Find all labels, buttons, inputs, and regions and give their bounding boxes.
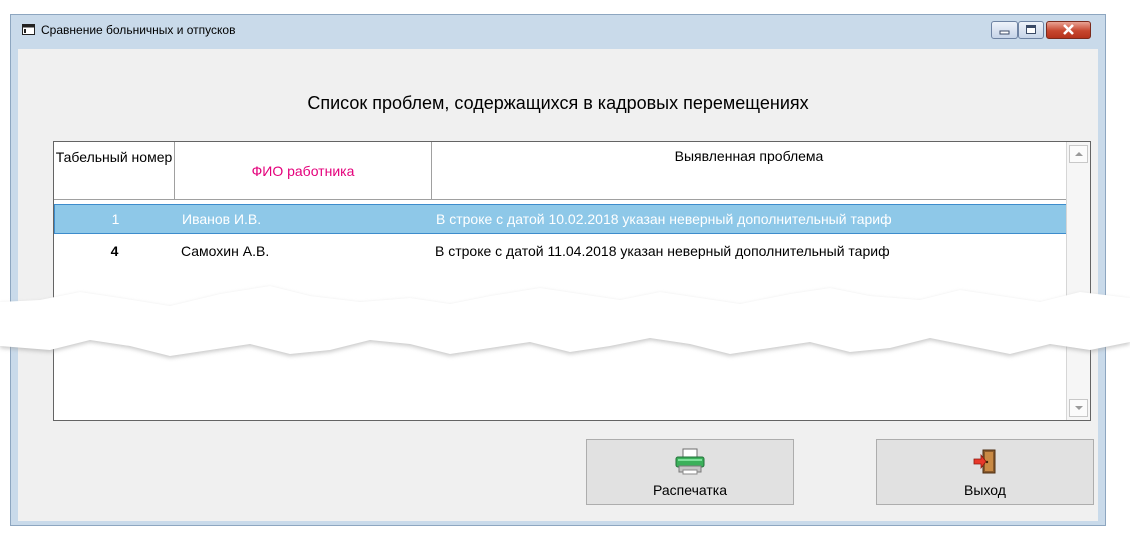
cell-number: 4: [110, 243, 119, 259]
page-title: Список проблем, содержащихся в кадровых …: [307, 93, 809, 113]
cell-name: Иванов И.В.: [182, 211, 262, 227]
table-row[interactable]: 1 Иванов И.В. В строке с датой 10.02.201…: [54, 204, 1067, 234]
window-title: Сравнение больничных и отпусков: [41, 23, 236, 37]
cell-problem: В строке с датой 11.04.2018 указан невер…: [435, 243, 890, 259]
column-header-problem[interactable]: Выявленная проблема: [432, 142, 1067, 200]
exit-button-label: Выход: [964, 482, 1006, 498]
chevron-down-icon: [1075, 406, 1083, 410]
close-button[interactable]: [1046, 21, 1091, 39]
close-icon: [1063, 24, 1074, 35]
title-bar[interactable]: Сравнение больничных и отпусков: [11, 15, 1105, 45]
vertical-scrollbar[interactable]: [1066, 142, 1090, 420]
maximize-icon: [1026, 25, 1036, 34]
problems-table[interactable]: Табельный номер ФИО работника Выявленная…: [53, 141, 1091, 421]
maximize-button[interactable]: [1018, 21, 1044, 39]
scroll-down-button[interactable]: [1069, 399, 1088, 417]
minimize-icon: [999, 30, 1010, 35]
column-header-name[interactable]: ФИО работника: [175, 142, 432, 200]
exit-button[interactable]: Выход: [876, 439, 1094, 505]
cell-name: Самохин А.В.: [181, 243, 270, 259]
print-button-label: Распечатка: [653, 482, 727, 498]
chevron-up-icon: [1075, 152, 1083, 156]
table-row[interactable]: 4 Самохин А.В. В строке с датой 11.04.20…: [54, 237, 1067, 267]
cell-problem: В строке с датой 10.02.2018 указан невер…: [436, 211, 892, 227]
print-button[interactable]: Распечатка: [586, 439, 794, 505]
scroll-up-button[interactable]: [1069, 145, 1088, 163]
window-app-icon: [22, 24, 35, 35]
cell-number: 1: [111, 211, 120, 227]
exit-door-icon: [973, 449, 996, 474]
torn-paper-divider: [0, 286, 1130, 358]
column-header-number[interactable]: Табельный номер: [54, 142, 175, 200]
main-window: Сравнение больничных и отпусков Список п…: [10, 14, 1106, 526]
printer-icon: [675, 448, 705, 475]
minimize-button[interactable]: [991, 21, 1018, 39]
